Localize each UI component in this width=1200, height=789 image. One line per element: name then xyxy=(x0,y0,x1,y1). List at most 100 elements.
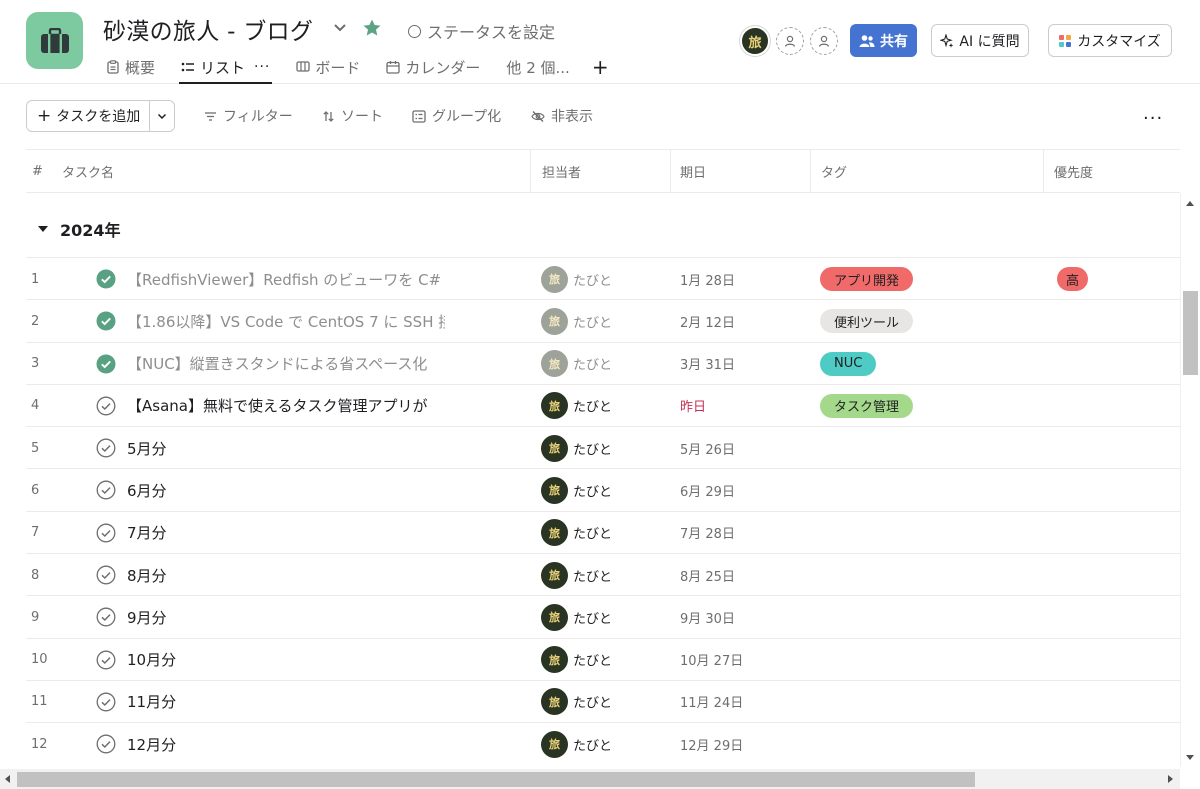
assignee-cell[interactable]: 旅たびと xyxy=(541,730,612,758)
table-row[interactable]: 2 【1.86以降】VS Code で CentOS 7 に SSH 接 旅たびと 2… xyxy=(26,299,1180,341)
chevron-down-icon[interactable] xyxy=(330,18,350,38)
table-row[interactable]: 6 6月分 旅たびと 6月 29日 xyxy=(26,468,1180,510)
due-date[interactable]: 8月 25日 xyxy=(680,554,735,596)
due-date[interactable]: 10月 27日 xyxy=(680,639,743,681)
column-header-assignee[interactable]: 担当者 xyxy=(542,150,581,193)
star-icon[interactable] xyxy=(362,18,382,38)
completed-check-icon[interactable] xyxy=(96,269,116,289)
add-member-icon[interactable] xyxy=(776,27,804,55)
briefcase-icon[interactable] xyxy=(26,12,83,69)
filter-button[interactable]: フィルター xyxy=(204,106,293,126)
check-circle-icon[interactable] xyxy=(96,650,116,670)
check-circle-icon[interactable] xyxy=(96,396,116,416)
avatar[interactable]: 旅 xyxy=(740,26,770,56)
table-row[interactable]: 1 【RedfishViewer】Redfish のビューワを C# 旅たびと 1月 … xyxy=(26,257,1180,299)
column-divider[interactable] xyxy=(670,150,671,193)
tab-board[interactable]: ボード xyxy=(296,55,360,79)
check-circle-icon[interactable] xyxy=(96,565,116,585)
assignee-cell[interactable]: 旅たびと xyxy=(541,476,612,504)
task-name[interactable]: 8月分 xyxy=(127,554,445,596)
column-header-due-date[interactable]: 期日 xyxy=(680,150,706,193)
due-date[interactable]: 昨日 xyxy=(680,385,706,427)
table-row[interactable]: 12 12月分 旅たびと 12月 29日 xyxy=(26,722,1180,764)
tag-badge[interactable]: 便利ツール xyxy=(820,309,914,334)
hide-button[interactable]: 非表示 xyxy=(531,106,593,126)
tab-options-icon[interactable]: ··· xyxy=(254,59,270,75)
customize-button[interactable]: カスタマイズ xyxy=(1048,24,1172,57)
task-name[interactable]: 【Asana】無料で使えるタスク管理アプリが xyxy=(127,385,445,427)
members-avatars[interactable]: 旅 xyxy=(740,26,838,56)
column-divider[interactable] xyxy=(1043,150,1044,193)
due-date[interactable]: 1月 28日 xyxy=(680,258,735,300)
priority-badge[interactable]: 高 xyxy=(1057,267,1089,291)
share-button[interactable]: 共有 xyxy=(850,24,917,57)
vertical-scrollbar[interactable] xyxy=(1180,193,1200,767)
task-name[interactable]: 11月分 xyxy=(127,681,445,723)
assignee-cell[interactable]: 旅たびと xyxy=(541,561,612,589)
table-row[interactable]: 11 11月分 旅たびと 11月 24日 xyxy=(26,679,1180,723)
column-divider[interactable] xyxy=(810,150,811,193)
assignee-cell[interactable]: 旅たびと xyxy=(541,265,612,293)
add-task-dropdown[interactable] xyxy=(150,101,174,131)
task-name[interactable]: 10月分 xyxy=(127,639,445,681)
tag-badge[interactable]: タスク管理 xyxy=(820,393,914,418)
task-name[interactable]: 12月分 xyxy=(127,723,445,765)
group-button[interactable]: グループ化 xyxy=(412,106,501,126)
due-date[interactable]: 2月 12日 xyxy=(680,300,735,342)
assignee-cell[interactable]: 旅たびと xyxy=(541,350,612,378)
due-date[interactable]: 3月 31日 xyxy=(680,343,735,385)
horizontal-scrollbar[interactable] xyxy=(0,769,1180,789)
add-member-icon[interactable] xyxy=(810,27,838,55)
section-header[interactable]: 2024年 xyxy=(26,206,121,252)
due-date[interactable]: 12月 29日 xyxy=(680,723,743,765)
assignee-cell[interactable]: 旅たびと xyxy=(541,434,612,462)
due-date[interactable]: 11月 24日 xyxy=(680,681,743,723)
set-status-button[interactable]: ステータスを設定 xyxy=(408,19,555,43)
scroll-right-arrow-icon[interactable] xyxy=(1168,775,1173,783)
assignee-cell[interactable]: 旅たびと xyxy=(541,392,612,420)
scroll-up-arrow-icon[interactable] xyxy=(1186,201,1194,206)
add-task-split-button[interactable]: + タスクを追加 xyxy=(26,100,176,132)
project-title[interactable]: 砂漠の旅人 - ブログ xyxy=(103,12,313,46)
assignee-cell[interactable]: 旅たびと xyxy=(541,519,612,547)
task-name[interactable]: 6月分 xyxy=(127,469,445,511)
column-divider[interactable] xyxy=(530,150,531,193)
task-name[interactable]: 5月分 xyxy=(127,427,445,469)
task-name[interactable]: 【NUC】縦置きスタンドによる省スペース化 xyxy=(127,343,445,385)
check-circle-icon[interactable] xyxy=(96,734,116,754)
due-date[interactable]: 7月 28日 xyxy=(680,512,735,554)
due-date[interactable]: 6月 29日 xyxy=(680,469,735,511)
collapse-triangle-icon[interactable] xyxy=(38,226,48,232)
table-row[interactable]: 8 8月分 旅たびと 8月 25日 xyxy=(26,553,1180,595)
check-circle-icon[interactable] xyxy=(96,480,116,500)
table-row[interactable]: 9 9月分 旅たびと 9月 30日 xyxy=(26,595,1180,637)
tab-list[interactable]: リスト ··· xyxy=(179,55,273,84)
tab-overview[interactable]: 概要 xyxy=(106,55,155,79)
table-row[interactable]: 3 【NUC】縦置きスタンドによる省スペース化 旅たびと 3月 31日 NUC xyxy=(26,341,1180,385)
assignee-cell[interactable]: 旅たびと xyxy=(541,688,612,716)
task-name[interactable]: 【1.86以降】VS Code で CentOS 7 に SSH 接 xyxy=(127,300,445,342)
check-circle-icon[interactable] xyxy=(96,523,116,543)
task-name[interactable]: 【RedfishViewer】Redfish のビューワを C# xyxy=(127,258,445,300)
tab-more[interactable]: 他 2 個... xyxy=(506,55,569,79)
task-name[interactable]: 7月分 xyxy=(127,512,445,554)
ask-ai-button[interactable]: AI に質問 xyxy=(931,24,1029,57)
column-header-task-name[interactable]: タスク名 xyxy=(62,150,114,193)
due-date[interactable]: 5月 26日 xyxy=(680,427,735,469)
assignee-cell[interactable]: 旅たびと xyxy=(541,307,612,335)
tag-badge[interactable]: NUC xyxy=(820,351,877,376)
table-row[interactable]: 5 5月分 旅たびと 5月 26日 xyxy=(26,426,1180,468)
assignee-cell[interactable]: 旅たびと xyxy=(541,603,612,631)
vertical-scrollbar-thumb[interactable] xyxy=(1183,291,1198,375)
tab-calendar[interactable]: カレンダー xyxy=(386,55,480,79)
column-header-priority[interactable]: 優先度 xyxy=(1054,150,1093,193)
scroll-down-arrow-icon[interactable] xyxy=(1186,755,1194,760)
horizontal-scrollbar-thumb[interactable] xyxy=(17,772,975,787)
table-row[interactable]: 4 【Asana】無料で使えるタスク管理アプリが 旅たびと 昨日 タスク管理 xyxy=(26,383,1180,427)
check-circle-icon[interactable] xyxy=(96,607,116,627)
scroll-left-arrow-icon[interactable] xyxy=(5,775,10,783)
sort-button[interactable]: ソート xyxy=(322,106,383,126)
check-circle-icon[interactable] xyxy=(96,692,116,712)
tag-badge[interactable]: アプリ開発 xyxy=(820,267,914,291)
table-row[interactable]: 10 10月分 旅たびと 10月 27日 xyxy=(26,637,1180,681)
